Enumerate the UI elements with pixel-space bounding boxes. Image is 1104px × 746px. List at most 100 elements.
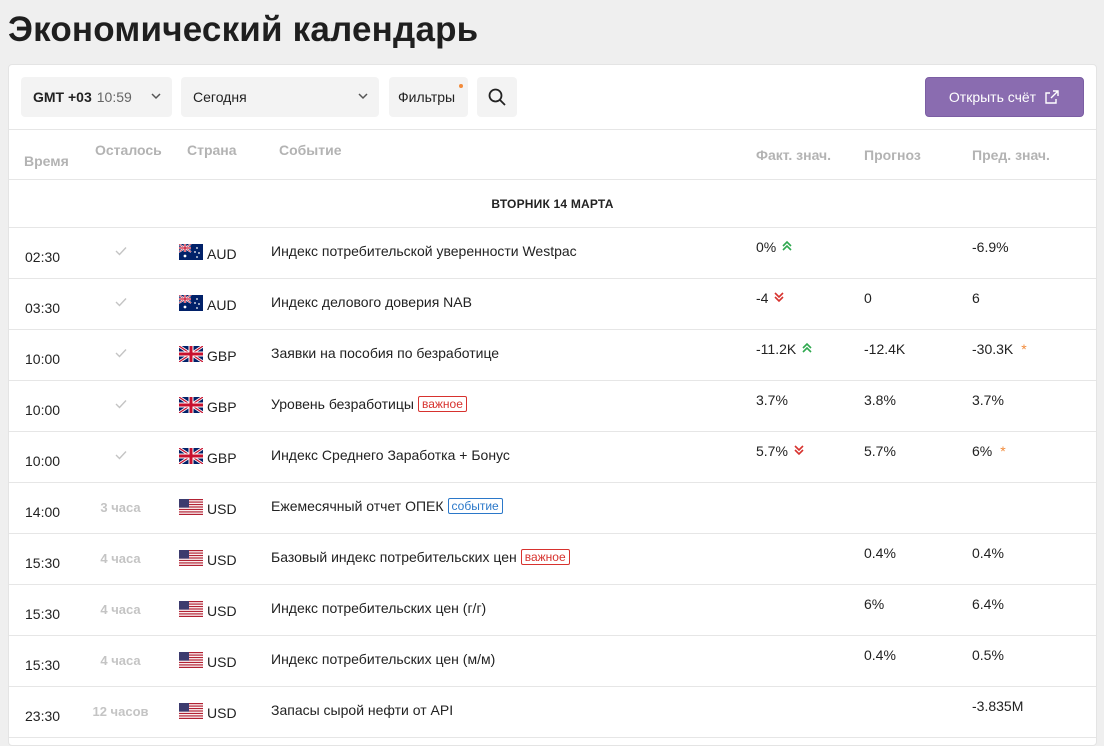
event-row[interactable]: 02:30 AUD Индекс потребительской увереннос…: [9, 228, 1096, 279]
flag-us-icon: [179, 703, 203, 722]
currency-code: USD: [207, 602, 237, 619]
flag-au-icon: [179, 295, 203, 314]
period-select[interactable]: Сегодня: [181, 77, 379, 117]
timezone-time: 10:59: [96, 89, 132, 105]
period-value: Сегодня: [193, 89, 247, 105]
trend-up-icon: [802, 341, 812, 357]
event-title[interactable]: Индекс потребительских цен (г/г): [271, 600, 486, 616]
previous-text: 6: [972, 290, 980, 306]
col-actual[interactable]: Факт. знач.: [756, 147, 831, 163]
col-event[interactable]: Событие: [279, 142, 342, 158]
time-remaining: 4 часа: [100, 602, 141, 617]
trend-down-icon: [774, 290, 785, 306]
flag-gb-icon: [179, 397, 203, 416]
previous-value: 6: [972, 290, 980, 306]
event-title[interactable]: Индекс Среднего Заработка + Бонус: [271, 447, 510, 463]
event-time: 03:30: [25, 300, 61, 316]
event-row[interactable]: 03:30 AUD Индекс делового доверия NAB -4 0 6: [9, 279, 1096, 330]
forecast-value: 0.4%: [864, 545, 896, 561]
actual-text: 5.7%: [756, 443, 788, 459]
flag-us-icon: [179, 550, 203, 569]
event-row[interactable]: 10:00 GBP Индекс Среднего Заработка + Бону…: [9, 432, 1096, 483]
event-title[interactable]: Базовый индекс потребительских цен важное: [271, 549, 570, 565]
events-list: 02:30 AUD Индекс потребительской увереннос…: [9, 228, 1096, 738]
chevron-down-icon: [151, 93, 161, 100]
filters-button[interactable]: Фильтры: [389, 77, 468, 117]
event-time: 14:00: [25, 504, 61, 520]
event-time: 10:00: [25, 402, 61, 418]
event-name: Заявки на пособия по безработице: [271, 345, 500, 361]
event-row[interactable]: 15:30 4 часа USD Базовый индекс потребитель…: [9, 534, 1096, 585]
event-title[interactable]: Заявки на пособия по безработице: [271, 345, 499, 361]
event-country: AUD: [179, 244, 237, 263]
open-account-button[interactable]: Открыть счёт: [925, 77, 1084, 117]
event-row[interactable]: 10:00 GBP Заявки на пособия по безработице…: [9, 330, 1096, 381]
forecast-value: 0.4%: [864, 647, 896, 663]
event-title[interactable]: Ежемесячный отчет ОПЕК событие: [271, 498, 503, 514]
event-row[interactable]: 15:30 4 часа USD Индекс потребительских цен…: [9, 636, 1096, 687]
search-button[interactable]: [477, 77, 517, 117]
forecast-value: 6%: [864, 596, 885, 612]
event-title[interactable]: Уровень безработицы важное: [271, 396, 467, 412]
event-country: USD: [179, 499, 237, 518]
event-title[interactable]: Индекс потребительской уверенности Westp…: [271, 243, 577, 259]
released-check-icon: [89, 245, 152, 260]
currency-code: USD: [207, 551, 237, 568]
event-title[interactable]: Индекс потребительских цен (м/м): [271, 651, 495, 667]
event-name: Ежемесячный отчет ОПЕК: [271, 498, 444, 514]
currency-code: GBP: [207, 449, 237, 466]
important-badge: важное: [520, 549, 570, 565]
event-row[interactable]: 10:00 GBP Уровень безработицы важное 3.7% 3.8…: [9, 381, 1096, 432]
previous-text: 0.5%: [972, 647, 1004, 663]
event-name: Уровень безработицы: [271, 396, 414, 412]
previous-value: 6% *: [972, 443, 1006, 459]
previous-value: 0.5%: [972, 647, 1004, 663]
page-title: Экономический календарь: [8, 10, 479, 49]
event-country: GBP: [179, 448, 237, 467]
event-row[interactable]: 15:30 4 часа USD Индекс потребительских цен…: [9, 585, 1096, 636]
trend-down-icon: [794, 443, 804, 459]
event-title[interactable]: Запасы сырой нефти от API: [271, 702, 453, 718]
event-row[interactable]: 23:30 12 часов USD Запасы сырой нефти от AP…: [9, 687, 1096, 738]
table-header: Время Осталось Страна Событие Факт. знач…: [9, 129, 1096, 180]
time-remaining: 3 часа: [100, 500, 141, 515]
time-remaining: 4 часа: [100, 653, 141, 668]
col-previous[interactable]: Пред. знач.: [972, 147, 1050, 163]
forecast-value: 5.7%: [864, 443, 896, 459]
col-remaining[interactable]: Осталось: [95, 142, 162, 158]
col-country[interactable]: Страна: [187, 142, 237, 158]
col-time[interactable]: Время: [24, 153, 69, 169]
timezone-offset: GMT +03: [33, 89, 92, 105]
previous-value: -30.3K *: [972, 341, 1027, 357]
event-time: 02:30: [25, 249, 61, 265]
flag-gb-icon: [179, 448, 203, 467]
toolbar: GMT +03 10:59 Сегодня Фильтры Открыть сч…: [9, 65, 1096, 129]
flag-us-icon: [179, 499, 203, 518]
previous-text: -6.9%: [972, 239, 1009, 255]
currency-code: AUD: [207, 296, 237, 313]
open-account-label: Открыть счёт: [948, 89, 1037, 105]
event-row[interactable]: 14:00 3 часа USD Ежемесячный отчет ОПЕК собы…: [9, 483, 1096, 534]
event-title[interactable]: Индекс делового доверия NAB: [271, 294, 472, 310]
important-badge: важное: [417, 396, 467, 412]
event-country: GBP: [179, 346, 237, 365]
external-link-icon: [1045, 90, 1059, 104]
search-icon: [488, 88, 506, 106]
actual-text: 0%: [756, 239, 777, 255]
event-time: 10:00: [25, 453, 61, 469]
event-name: Индекс потребительских цен (м/м): [271, 651, 496, 667]
event-time: 10:00: [25, 351, 61, 367]
time-remaining: 4 часа: [100, 551, 141, 566]
flag-us-icon: [179, 601, 203, 620]
previous-text: 0.4%: [972, 545, 1004, 561]
released-check-icon: [89, 347, 152, 362]
forecast-value: 0: [864, 290, 872, 306]
timezone-select[interactable]: GMT +03 10:59: [21, 77, 172, 117]
actual-value: 0%: [756, 239, 792, 255]
event-name: Индекс потребительской уверенности Westp…: [271, 243, 577, 259]
event-country: USD: [179, 652, 237, 671]
currency-code: GBP: [207, 347, 237, 364]
col-forecast[interactable]: Прогноз: [864, 147, 921, 163]
actual-value: 5.7%: [756, 443, 804, 459]
previous-text: 3.7%: [972, 392, 1004, 408]
